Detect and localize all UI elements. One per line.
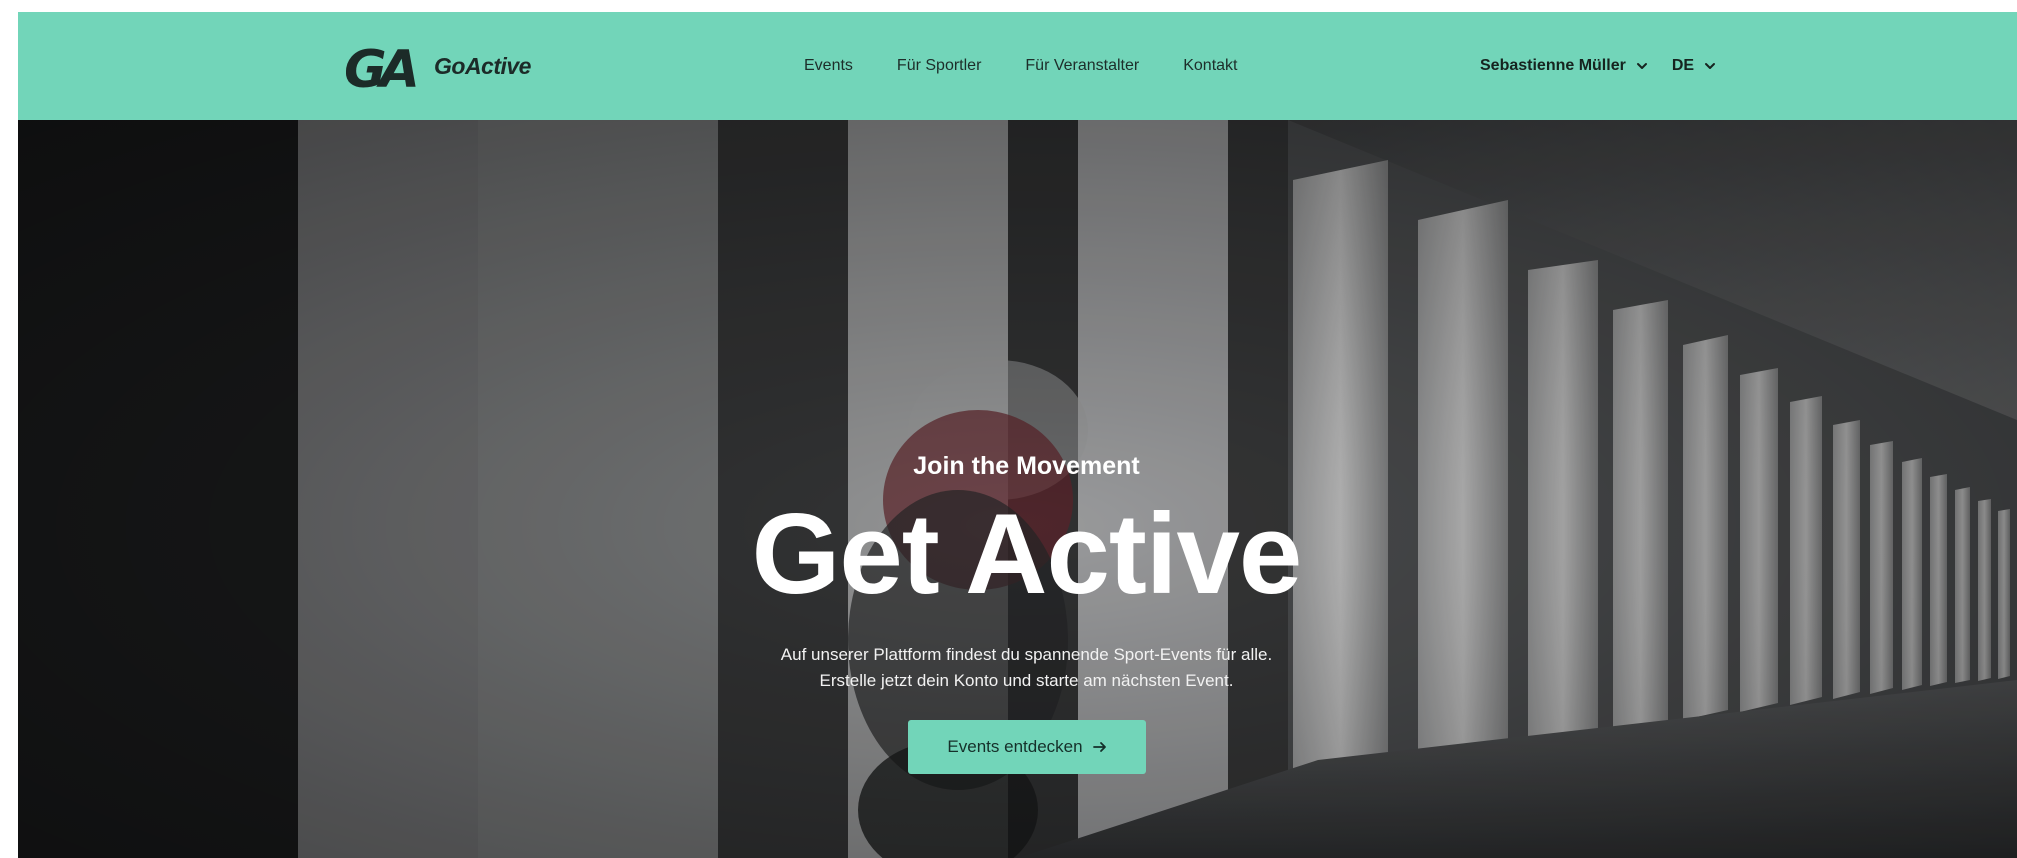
nav-item-fuer-veranstalter[interactable]: Für Veranstalter (1025, 57, 1139, 75)
site-header: GA GoActive Events Für Sportler Für Vera… (18, 12, 2017, 120)
language-label: DE (1671, 57, 1695, 74)
logo-mark: GA (346, 40, 423, 92)
page: GA GoActive Events Für Sportler Für Vera… (0, 0, 2017, 858)
discover-events-label: Events entdecken (947, 737, 1083, 756)
user-area: Sebastienne Müller DE (1480, 12, 1716, 120)
chevron-down-icon (1636, 63, 1647, 69)
hero-description-line-1: Auf unserer Plattform findest du spannen… (780, 645, 1273, 664)
hero-title: Get Active (751, 491, 1303, 618)
nav-item-events[interactable]: Events (804, 57, 853, 75)
svg-text:GA: GA (346, 40, 416, 92)
user-menu[interactable]: Sebastienne Müller (1480, 57, 1648, 75)
hero-content: Join the Movement Get Active Auf unserer… (18, 120, 2017, 858)
main-nav: Events Für Sportler Für Veranstalter Kon… (804, 12, 1237, 120)
user-name: Sebastienne Müller (1480, 57, 1626, 74)
hero-section: Join the Movement Get Active Auf unserer… (18, 120, 2017, 858)
hero-eyebrow: Join the Movement (913, 452, 1140, 480)
brand-name: GoActive (434, 52, 531, 79)
logo-link[interactable]: GA GoActive (346, 40, 531, 92)
nav-item-fuer-sportler[interactable]: Für Sportler (897, 57, 981, 75)
nav-item-kontakt[interactable]: Kontakt (1183, 57, 1237, 75)
discover-events-button[interactable]: Events entdecken (908, 720, 1146, 774)
hero-description-line-2: Erstelle jetzt dein Konto und starte am … (819, 671, 1234, 690)
language-selector[interactable]: DE (1672, 57, 1716, 75)
chevron-down-icon (1705, 63, 1716, 69)
arrow-right-icon (1092, 742, 1106, 752)
hero-description: Auf unserer Plattform findest du spannen… (18, 642, 2017, 694)
